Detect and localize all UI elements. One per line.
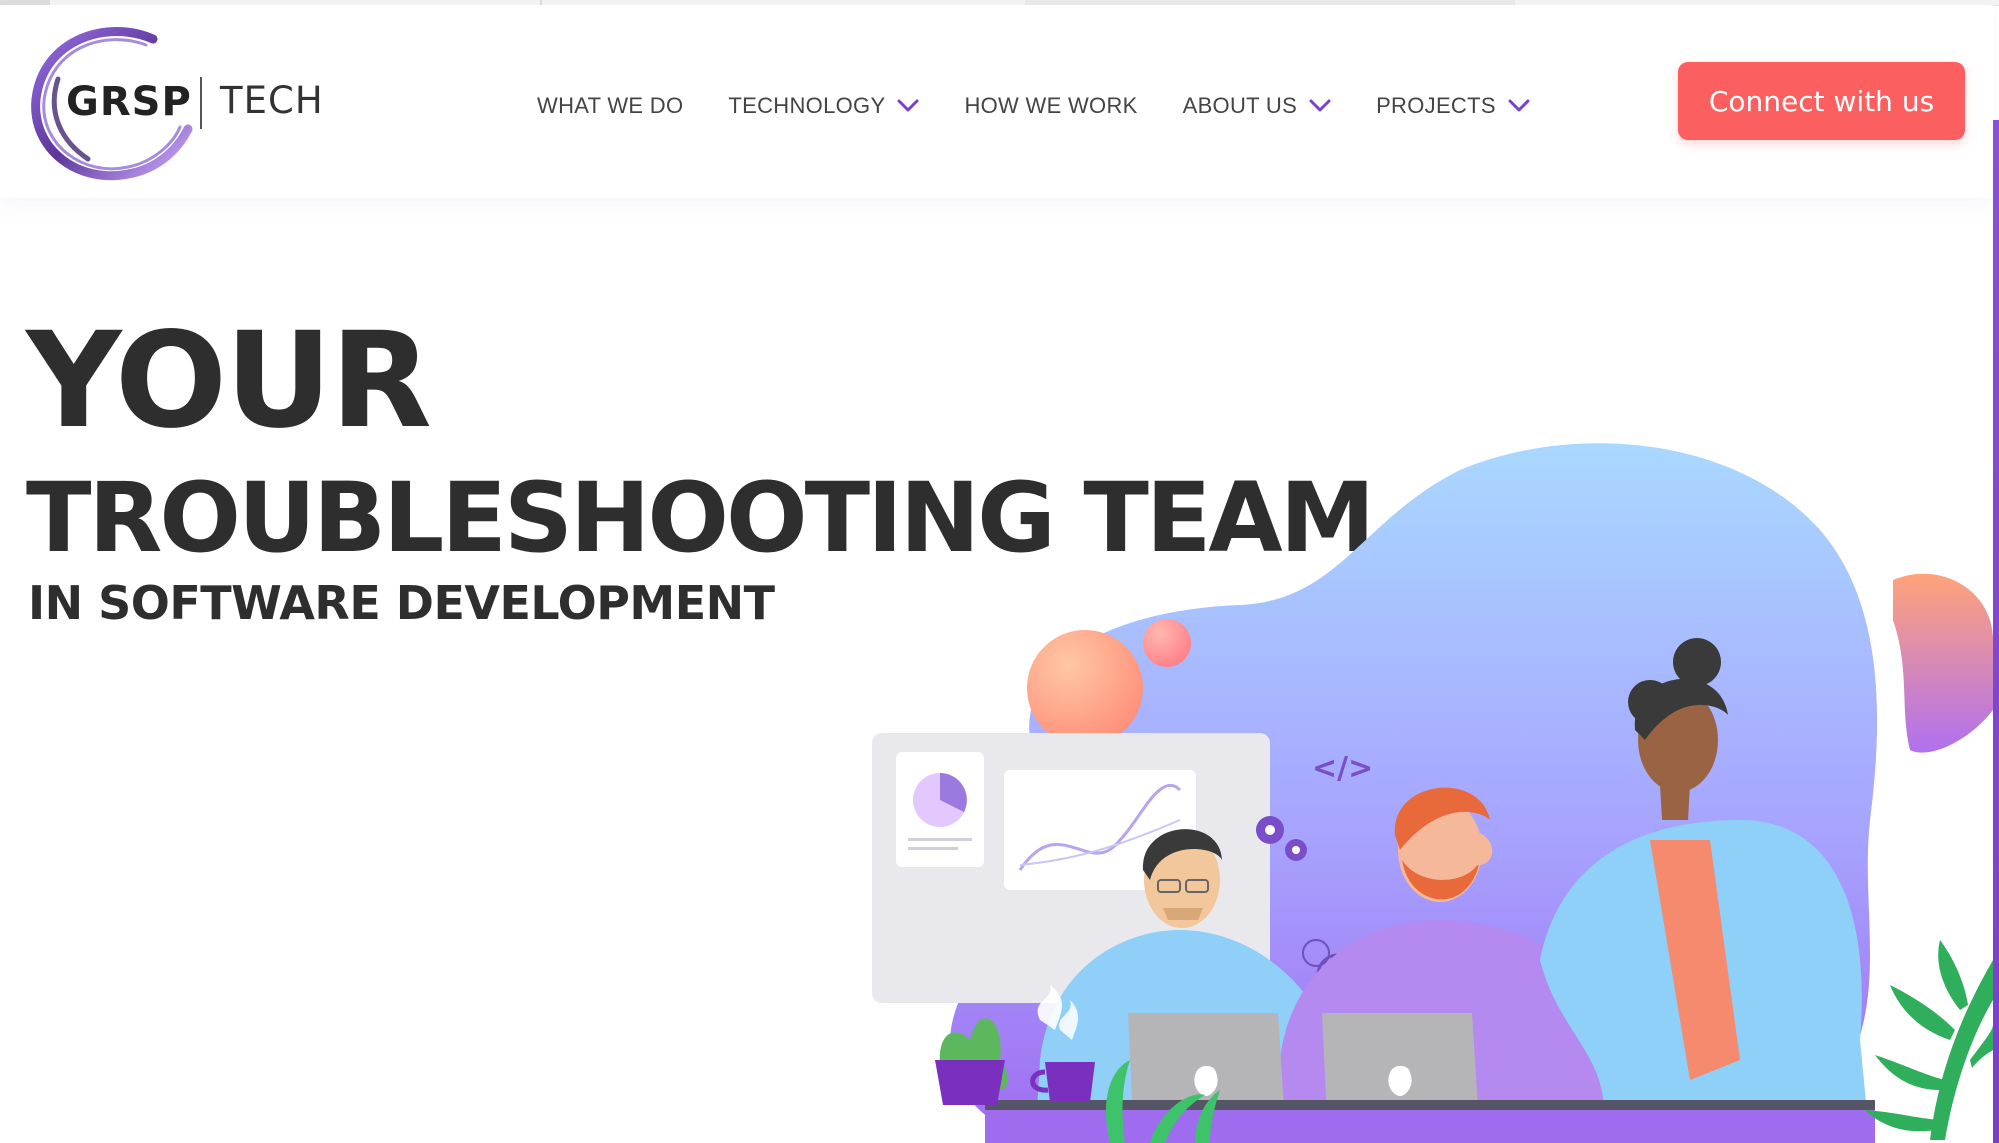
brand-name: GRSP [66, 79, 192, 125]
site-header: GRSP TECH WHAT WE DO TECHNOLOGY HOW WE W… [0, 5, 1993, 198]
side-blob [1893, 573, 1993, 753]
scrollbar[interactable] [1993, 120, 1999, 1143]
logo-divider [200, 77, 202, 129]
nav-item-label: WHAT WE DO [537, 93, 684, 118]
decor-ball-pink [1143, 619, 1191, 667]
page: GRSP TECH WHAT WE DO TECHNOLOGY HOW WE W… [0, 0, 1999, 1143]
brand-sub: TECH [220, 79, 324, 122]
chevron-down-icon [1508, 99, 1530, 113]
main-nav: WHAT WE DO TECHNOLOGY HOW WE WORK ABOUT … [537, 87, 1575, 125]
chevron-down-icon [897, 99, 919, 113]
nav-item-about-us[interactable]: ABOUT US [1183, 93, 1331, 119]
nav-item-label: PROJECTS [1376, 93, 1496, 118]
nav-item-label: TECHNOLOGY [728, 93, 886, 118]
hero-title-line1: YOUR [26, 304, 432, 458]
nav-item-projects[interactable]: PROJECTS [1376, 93, 1530, 119]
nav-item-technology[interactable]: TECHNOLOGY [728, 93, 919, 119]
nav-item-label: ABOUT US [1182, 93, 1298, 118]
connect-button[interactable]: Connect with us [1678, 62, 1965, 140]
nav-item-how-we-work[interactable]: HOW WE WORK [964, 93, 1137, 119]
plant-icon [1865, 940, 1993, 1140]
hero-illustration: </> [872, 443, 1993, 1143]
brand-logo[interactable]: GRSP TECH [28, 19, 348, 184]
nav-item-label: HOW WE WORK [964, 93, 1138, 118]
code-tag: </> [1312, 751, 1373, 786]
hero-subtitle: IN SOFTWARE DEVELOPMENT [28, 576, 775, 630]
nav-item-what-we-do[interactable]: WHAT WE DO [537, 93, 683, 119]
chevron-down-icon [1309, 99, 1331, 113]
decor-ball-orange [1027, 630, 1143, 746]
